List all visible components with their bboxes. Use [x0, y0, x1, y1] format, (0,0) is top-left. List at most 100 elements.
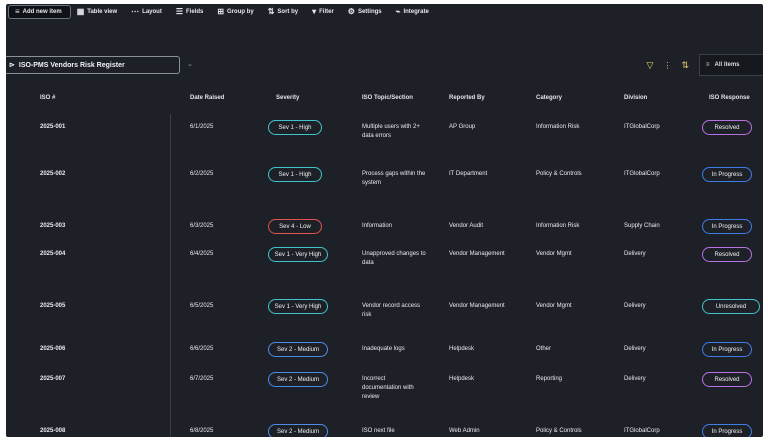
division: ITGlobalCorp [624, 124, 660, 130]
reported-by: AP Group [449, 124, 476, 130]
toolbar-label: Sort by [277, 9, 299, 15]
column-header[interactable]: ISO Response [709, 95, 750, 101]
reported-by: Vendor Audit [449, 223, 484, 229]
reported-by: Helpdesk [449, 346, 475, 352]
column-header[interactable]: ISO Topic/Section [362, 95, 413, 101]
status-badge[interactable]: In Progress [702, 424, 752, 437]
status-badge[interactable]: Resolved [702, 120, 752, 135]
severity-badge[interactable]: Sev 2 - Medium [268, 342, 328, 357]
category: Other [536, 346, 552, 352]
toolbar-label: Add new item [22, 9, 62, 15]
status-badge[interactable]: In Progress [702, 167, 752, 182]
column-header[interactable]: ISO # [40, 95, 55, 101]
toolbar: ≡ Add new item ▦ Table view ⋯ Layout ☰ Fields ⊞ G… [6, 4, 763, 20]
chevron-down-icon[interactable]: ⌄ [187, 60, 193, 68]
toolbar-label: Layout [142, 9, 162, 15]
column-header[interactable]: Date Raised [190, 95, 224, 101]
severity-badge[interactable]: Sev 1 - Very High [268, 299, 328, 314]
toolbar-item-8[interactable]: ⌁ Integrate [390, 4, 437, 20]
column-header[interactable]: Severity [276, 95, 299, 101]
toolbar-item-4[interactable]: ⊞ Group by [211, 4, 261, 20]
toolbar-item-0[interactable]: ≡ Add new item [8, 5, 71, 19]
iso-topic: Unapproved changes to data [362, 251, 426, 266]
view-bar: ⊳ ISO-PMS Vendors Risk Register ⌄ ▽ ⋮ ⇅ … [6, 54, 763, 78]
column-header[interactable]: Division [624, 95, 647, 101]
toolbar-item-6[interactable]: ▾ Filter [306, 4, 342, 20]
app-window: ≡ Add new item ▦ Table view ⋯ Layout ☰ Fields ⊞ G… [6, 4, 763, 437]
status-badge[interactable]: Resolved [702, 372, 752, 387]
view-name: ISO-PMS Vendors Risk Register [18, 61, 125, 69]
toolbar-label: Fields [186, 9, 204, 15]
status-badge[interactable]: In Progress [702, 342, 752, 357]
division: Delivery [624, 251, 646, 257]
toolbar-label: Group by [227, 9, 254, 15]
reported-by: Web Admin [449, 428, 480, 434]
iso-number: 2025-002 [40, 171, 66, 177]
info-icon[interactable]: ⋮ [663, 61, 671, 70]
severity-badge[interactable]: Sev 2 - Medium [268, 372, 328, 387]
views-icon: ⊳ [9, 62, 15, 69]
column-resize-handle[interactable] [170, 114, 171, 437]
table-header: ISO # Date Raised Severity ISO Topic/Sectio… [6, 92, 763, 106]
toolbar-item-2[interactable]: ⋯ Layout [125, 4, 170, 20]
toolbar-item-3[interactable]: ☰ Fields [170, 4, 212, 20]
toolbar-item-7[interactable]: ⚙ Settings [342, 4, 390, 20]
category: Information Risk [536, 223, 580, 229]
view-actions: ▽ ⋮ ⇅ ≡ All items [647, 54, 763, 76]
severity-badge[interactable]: Sev 1 - High [268, 167, 322, 182]
toolbar-item-5[interactable]: ⇅ Sort by [262, 4, 306, 20]
division: Delivery [624, 346, 646, 352]
column-header[interactable]: Reported By [449, 95, 485, 101]
iso-number: 2025-007 [40, 376, 66, 382]
reported-by: Helpdesk [449, 376, 475, 382]
iso-topic: Process gaps within the system [362, 171, 426, 186]
all-items-label: All items [714, 62, 740, 68]
iso-topic: Inadequate logs [362, 346, 405, 352]
iso-topic: Information [362, 223, 393, 229]
severity-badge[interactable]: Sev 1 - High [268, 120, 322, 135]
date-raised: 6/8/2025 [190, 428, 214, 434]
all-items-button[interactable]: ≡ All items [699, 54, 763, 76]
date-raised: 6/2/2025 [190, 171, 214, 177]
iso-topic: Vendor record access risk [362, 303, 421, 318]
severity-badge[interactable]: Sev 1 - Very High [268, 247, 328, 262]
toolbar-icon: ☰ [175, 7, 183, 16]
reported-by: Vendor Management [449, 303, 505, 309]
category: Policy & Controls [536, 171, 582, 177]
toolbar-label: Settings [357, 9, 382, 15]
reported-by: IT Department [449, 171, 488, 177]
severity-badge[interactable]: Sev 2 - Medium [268, 424, 328, 437]
date-raised: 6/5/2025 [190, 303, 214, 309]
filter-icon[interactable]: ▽ [647, 60, 654, 71]
column-header[interactable]: Category [536, 95, 562, 101]
toolbar-icon: ≡ [15, 7, 20, 16]
date-raised: 6/4/2025 [190, 251, 214, 257]
toolbar-icon: ⋯ [131, 7, 140, 16]
list-icon: ≡ [706, 62, 710, 68]
iso-number: 2025-001 [40, 124, 66, 130]
division: Supply Chain [624, 223, 660, 229]
category: Vendor Mgmt [536, 251, 572, 257]
category: Policy & Controls [536, 428, 582, 434]
date-raised: 6/6/2025 [190, 346, 214, 352]
division: ITGlobalCorp [624, 428, 660, 434]
status-badge[interactable]: Resolved [702, 247, 752, 262]
toolbar-label: Table view [87, 9, 118, 15]
toolbar-icon: ⌁ [395, 7, 401, 16]
severity-badge[interactable]: Sev 4 - Low [268, 219, 322, 234]
iso-number: 2025-003 [40, 223, 66, 229]
iso-number: 2025-005 [40, 303, 66, 309]
toolbar-icon: ⇅ [267, 7, 275, 16]
toolbar-icon: ▦ [76, 7, 85, 16]
toolbar-item-1[interactable]: ▦ Table view [71, 4, 125, 20]
status-badge[interactable]: In Progress [702, 219, 752, 234]
category: Information Risk [536, 124, 580, 130]
sort-icon[interactable]: ⇅ [681, 60, 689, 71]
reported-by: Vendor Management [449, 251, 505, 257]
status-badge[interactable]: Unresolved [702, 299, 760, 314]
toolbar-icon: ▾ [312, 7, 317, 16]
view-selector[interactable]: ⊳ ISO-PMS Vendors Risk Register [6, 56, 180, 74]
date-raised: 6/7/2025 [190, 376, 214, 382]
iso-number: 2025-006 [40, 346, 66, 352]
division: ITGlobalCorp [624, 171, 660, 177]
